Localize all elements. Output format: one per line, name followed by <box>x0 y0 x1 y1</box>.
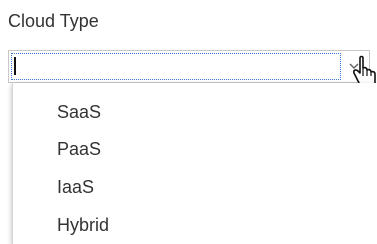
cloud-type-label: Cloud Type <box>8 11 99 31</box>
cloud-type-select[interactable] <box>8 50 370 83</box>
option-paas[interactable]: PaaS <box>57 138 101 160</box>
select-focus-outline <box>11 53 341 80</box>
text-cursor <box>14 57 16 75</box>
cloud-type-dropdown: SaaS PaaS IaaS Hybrid <box>12 83 377 244</box>
option-saas[interactable]: SaaS <box>57 101 101 123</box>
option-iaas[interactable]: IaaS <box>57 176 94 198</box>
option-hybrid[interactable]: Hybrid <box>57 214 109 236</box>
